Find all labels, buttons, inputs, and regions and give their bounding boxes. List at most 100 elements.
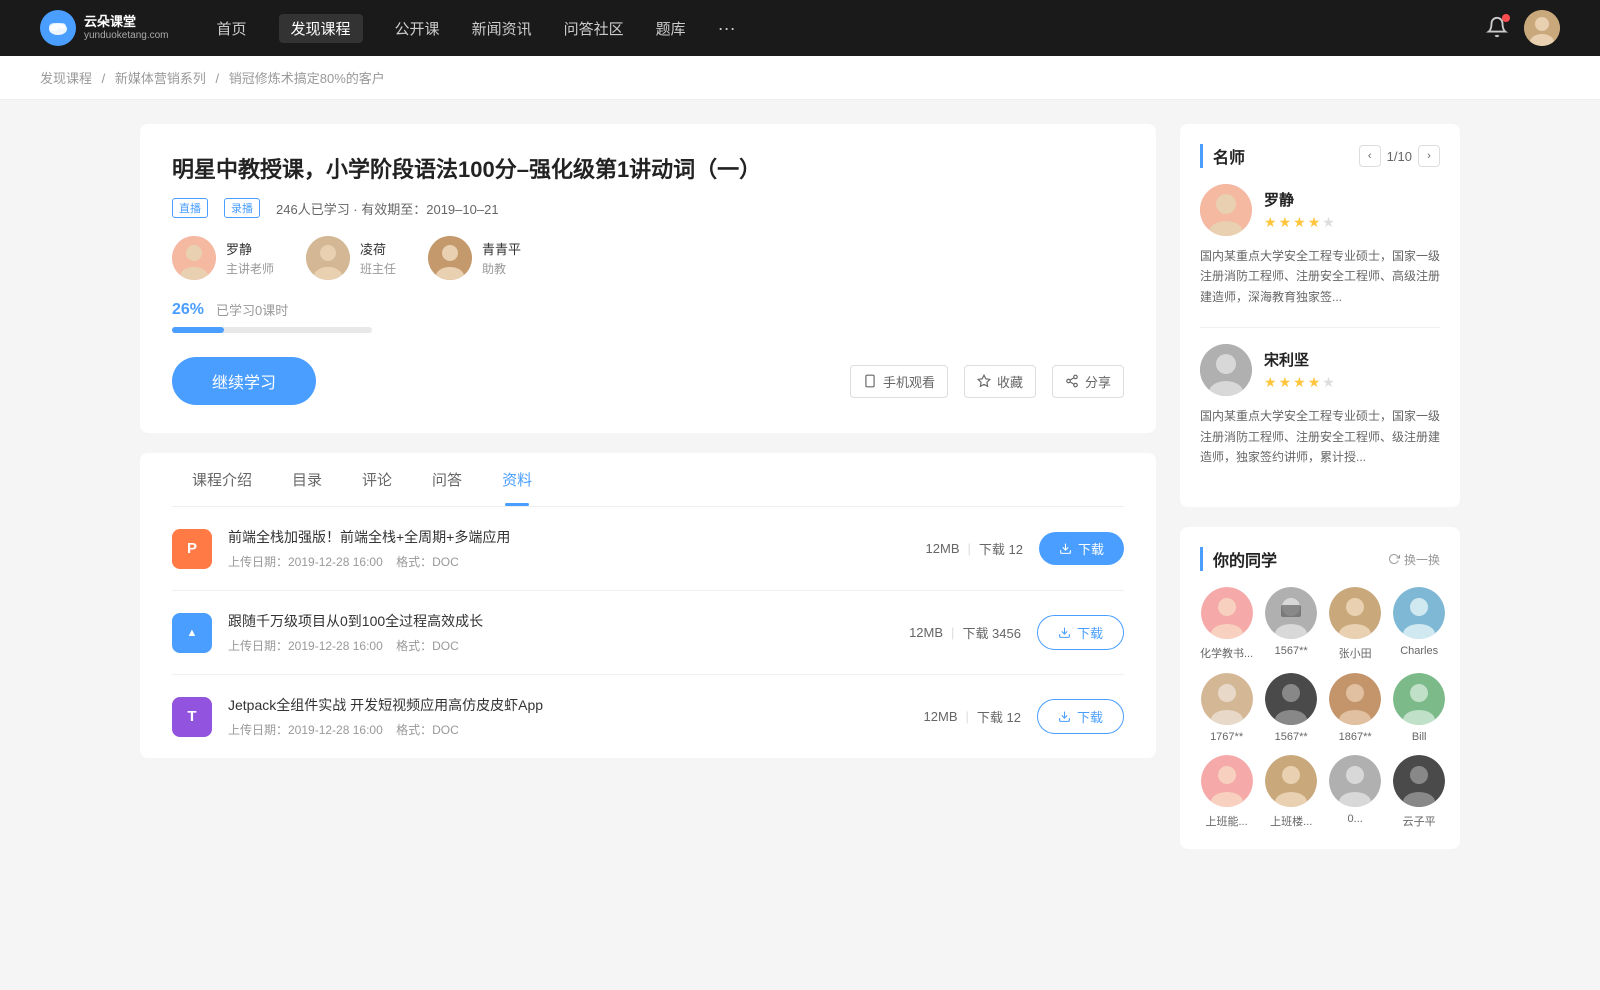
tab-qa[interactable]: 问答 <box>412 453 482 506</box>
share-label: 分享 <box>1085 372 1111 391</box>
star-icon <box>977 374 991 388</box>
classmates-title: 你的同学 <box>1200 547 1277 571</box>
classmate-3[interactable]: Charles <box>1393 587 1445 661</box>
nav-more[interactable]: ··· <box>718 14 736 43</box>
tab-comments[interactable]: 评论 <box>342 453 412 506</box>
classmate-9[interactable]: 上班楼... <box>1265 755 1317 829</box>
download-button-2[interactable]: 下载 <box>1037 699 1124 734</box>
file-downloads-1: 下载 3456 <box>962 623 1021 642</box>
right-sidebar: 名师 ‹ 1/10 › 罗静 <box>1180 124 1460 869</box>
badge-live: 直播 <box>172 198 208 218</box>
classmate-name-0: 化学教书... <box>1200 645 1253 661</box>
classmate-name-1: 1567** <box>1275 645 1308 657</box>
classmate-avatar-7 <box>1393 673 1445 725</box>
download-button-0[interactable]: 下载 <box>1039 532 1124 565</box>
tab-intro[interactable]: 课程介绍 <box>172 453 272 506</box>
mobile-watch-button[interactable]: 手机观看 <box>850 365 948 398</box>
download-icon-0 <box>1059 542 1072 555</box>
classmates-header: 你的同学 换一换 <box>1200 547 1440 571</box>
classmate-7[interactable]: Bill <box>1393 673 1445 743</box>
classmate-4[interactable]: 1767** <box>1200 673 1253 743</box>
classmate-name-7: Bill <box>1412 731 1427 743</box>
course-actions: 继续学习 手机观看 收藏 分享 <box>172 357 1124 405</box>
download-button-1[interactable]: 下载 <box>1037 615 1124 650</box>
teacher-next-btn[interactable]: › <box>1418 145 1440 167</box>
refresh-button[interactable]: 换一换 <box>1388 551 1440 568</box>
classmate-2[interactable]: 张小田 <box>1329 587 1381 661</box>
classmate-5[interactable]: 1567** <box>1265 673 1317 743</box>
teacher-role-1: 班主任 <box>360 260 396 277</box>
continue-button[interactable]: 继续学习 <box>172 357 316 405</box>
user-avatar-nav[interactable] <box>1524 10 1560 46</box>
share-button[interactable]: 分享 <box>1052 365 1124 398</box>
classmate-1[interactable]: 1567** <box>1265 587 1317 661</box>
course-meta-text: 246人已学习 · 有效期至：2019–10–21 <box>276 199 499 218</box>
classmate-avatar-0 <box>1201 587 1253 639</box>
classmate-8[interactable]: 上班能... <box>1200 755 1253 829</box>
stat-sep-1: | <box>951 625 954 640</box>
progress-percent: 26% <box>172 301 204 319</box>
sidebar-teacher-avatar-1 <box>1200 344 1252 396</box>
file-meta-2: 上传日期：2019-12-28 16:00 格式：DOC <box>228 721 908 738</box>
classmate-name-2: 张小田 <box>1339 645 1372 661</box>
file-info-0: 前端全栈加强版！前端全栈+全周期+多端应用 上传日期：2019-12-28 16… <box>228 527 910 570</box>
progress-label: 26% 已学习0课时 <box>172 300 1124 319</box>
file-meta-0: 上传日期：2019-12-28 16:00 格式：DOC <box>228 553 910 570</box>
nav-public[interactable]: 公开课 <box>395 14 440 43</box>
classmate-name-8: 上班能... <box>1206 813 1248 829</box>
classmate-avatar-9 <box>1265 755 1317 807</box>
breadcrumb-series[interactable]: 新媒体营销系列 <box>115 71 206 86</box>
nav-qa[interactable]: 问答社区 <box>564 14 624 43</box>
course-title: 明星中教授课，小学阶段语法100分–强化级第1讲动词（一） <box>172 152 1124 184</box>
logo-text: 云朵课堂 yunduoketang.com <box>84 14 169 42</box>
download-label-2: 下载 <box>1077 707 1103 726</box>
stat-sep-2: | <box>966 709 969 724</box>
file-icon-1: ▲ <box>172 613 212 653</box>
tab-files[interactable]: 资料 <box>482 453 552 506</box>
sidebar-teacher-name-0: 罗静 <box>1264 189 1335 210</box>
classmate-avatar-4 <box>1201 673 1253 725</box>
logo[interactable]: 云朵课堂 yunduoketang.com <box>40 10 169 46</box>
notification-dot <box>1502 14 1510 22</box>
progress-desc: 已学习0课时 <box>216 300 288 319</box>
sidebar-teacher-details-1: 宋利坚 ★ ★ ★ ★ ★ <box>1264 349 1335 391</box>
nav-home[interactable]: 首页 <box>217 14 247 43</box>
breadcrumb-current[interactable]: 销冠修炼术搞定80%的客户 <box>229 71 385 86</box>
file-date-2: 上传日期：2019-12-28 16:00 <box>228 723 383 737</box>
classmate-avatar-10 <box>1329 755 1381 807</box>
classmate-avatar-11 <box>1393 755 1445 807</box>
sidebar-teacher-stars-1: ★ ★ ★ ★ ★ <box>1264 374 1335 391</box>
classmate-avatar-8 <box>1201 755 1253 807</box>
nav-news[interactable]: 新闻资讯 <box>472 14 532 43</box>
file-info-2: Jetpack全组件实战 开发短视频应用高仿皮皮虾App 上传日期：2019-1… <box>228 695 908 738</box>
sidebar-teacher-header-1: 宋利坚 ★ ★ ★ ★ ★ <box>1200 344 1440 396</box>
mobile-icon <box>863 374 877 388</box>
teacher-info-1: 凌荷 班主任 <box>360 239 396 277</box>
file-name-1: 跟随千万级项目从0到100全过程高效成长 <box>228 611 893 631</box>
classmate-10[interactable]: 0... <box>1329 755 1381 829</box>
teacher-2: 青青平 助教 <box>428 236 521 280</box>
teacher-avatar-2 <box>428 236 472 280</box>
breadcrumb-sep-1: / <box>102 71 106 86</box>
tab-contents[interactable]: 目录 <box>272 453 342 506</box>
navbar-right <box>1486 10 1560 46</box>
breadcrumb-discover[interactable]: 发现课程 <box>40 71 92 86</box>
classmate-11[interactable]: 云子平 <box>1393 755 1445 829</box>
teacher-prev-btn[interactable]: ‹ <box>1359 145 1381 167</box>
badge-record: 录播 <box>224 198 260 218</box>
collect-button[interactable]: 收藏 <box>964 365 1036 398</box>
notification-bell[interactable] <box>1486 16 1508 41</box>
classmate-avatar-3 <box>1393 587 1445 639</box>
sidebar-teacher-desc-1: 国内某重点大学安全工程专业硕士，国家一级注册消防工程师、注册安全工程师、级注册建… <box>1200 406 1440 467</box>
classmate-0[interactable]: 化学教书... <box>1200 587 1253 661</box>
teacher-role-0: 主讲老师 <box>226 260 274 277</box>
teacher-1: 凌荷 班主任 <box>306 236 396 280</box>
classmate-6[interactable]: 1867** <box>1329 673 1381 743</box>
sidebar-teacher-details-0: 罗静 ★ ★ ★ ★ ★ <box>1264 189 1335 231</box>
tabs-section: 课程介绍 目录 评论 问答 资料 P 前端全栈加强版！前端全栈+全周期+多端应用… <box>140 453 1156 758</box>
teacher-info-2: 青青平 助教 <box>482 239 521 277</box>
nav-discover[interactable]: 发现课程 <box>279 14 363 43</box>
nav-quiz[interactable]: 题库 <box>656 14 686 43</box>
file-size-2: 12MB <box>924 709 958 724</box>
progress-bar-bg <box>172 327 372 333</box>
